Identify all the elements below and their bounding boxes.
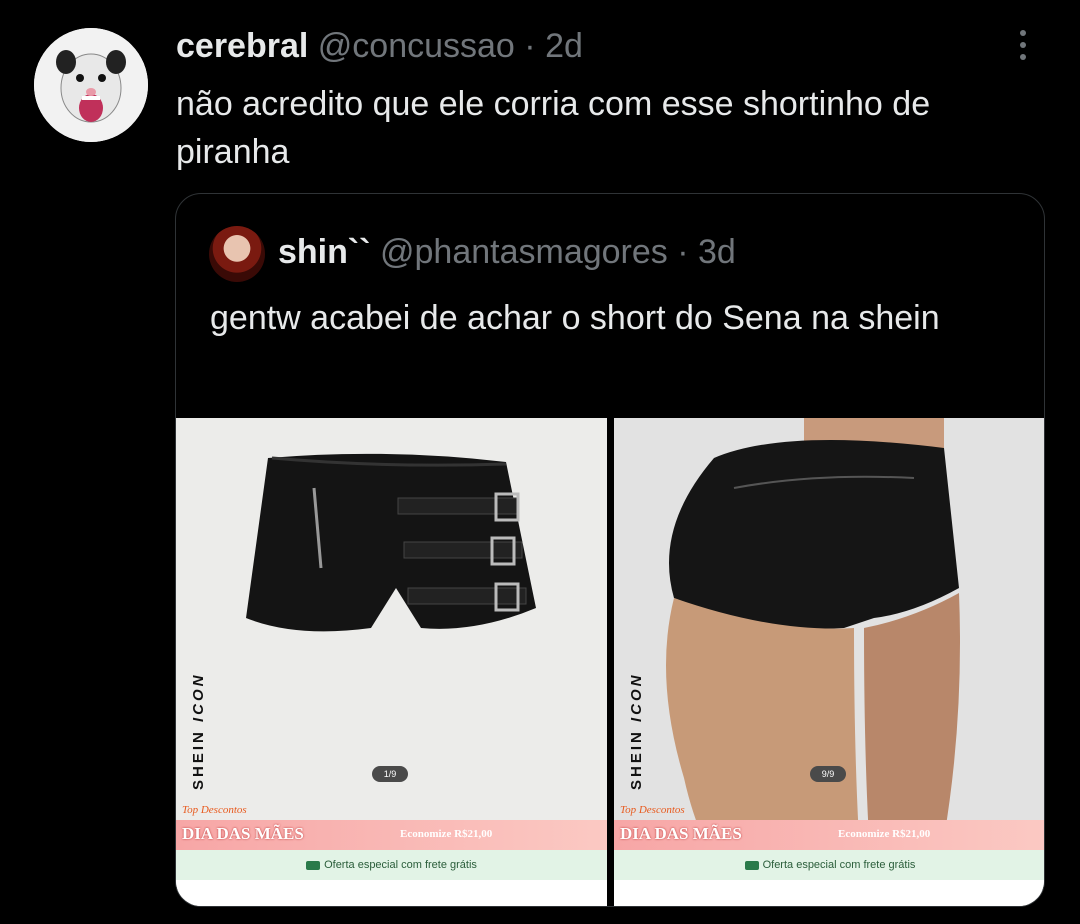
avatar[interactable]: [34, 28, 148, 142]
quote-header: shin`` @phantasmagores · 3d: [278, 230, 736, 274]
promo-title: DIA DAS MÃES: [620, 824, 742, 843]
media-image-2[interactable]: SHEIN ICON 9/9 Top Descontos DIA DAS MÃE…: [614, 418, 1044, 906]
image-counter: 1/9: [372, 766, 408, 782]
promo-tag: Top Descontos: [182, 804, 247, 816]
media-image-1[interactable]: SHEIN ICON 1/9 Top Descontos DIA DAS MÃE…: [176, 418, 607, 906]
handle[interactable]: @concussao: [318, 27, 515, 65]
quote-handle[interactable]: @phantasmagores: [380, 233, 668, 271]
promo-savings: Economize R$21,00: [838, 828, 931, 840]
shipping-banner: Oferta especial com frete grátis: [614, 850, 1044, 880]
display-name[interactable]: cerebral: [176, 27, 308, 65]
quote-display-name[interactable]: shin``: [278, 233, 371, 271]
promo-title: DIA DAS MÃES: [182, 824, 304, 843]
image-counter: 9/9: [810, 766, 846, 782]
quote-avatar[interactable]: [209, 226, 265, 282]
promo-band: DIA DAS MÃES Economize R$21,00: [614, 820, 1044, 850]
promo-band: DIA DAS MÃES Economize R$21,00: [176, 820, 607, 850]
shipping-banner: Oferta especial com frete grátis: [176, 850, 607, 880]
truck-icon: [744, 860, 759, 870]
quote-text: gentw acabei de achar o short do Sena na…: [210, 299, 940, 337]
more-options-icon[interactable]: [1012, 30, 1034, 70]
tweet-text: não acredito que ele corria com esse sho…: [176, 85, 931, 171]
opossum-avatar-icon: [34, 28, 148, 142]
tweet-header: cerebral @concussao · 2d: [176, 24, 583, 68]
timestamp[interactable]: · 2d: [524, 27, 583, 65]
price-row: [176, 880, 607, 906]
promo-tag: Top Descontos: [620, 804, 685, 816]
quote-timestamp[interactable]: · 3d: [677, 233, 736, 271]
quoted-tweet[interactable]: shin`` @phantasmagores · 3d gentw acabei…: [175, 193, 1045, 907]
price-row: [614, 880, 1044, 906]
promo-savings: Economize R$21,00: [400, 828, 493, 840]
truck-icon: [306, 860, 321, 870]
